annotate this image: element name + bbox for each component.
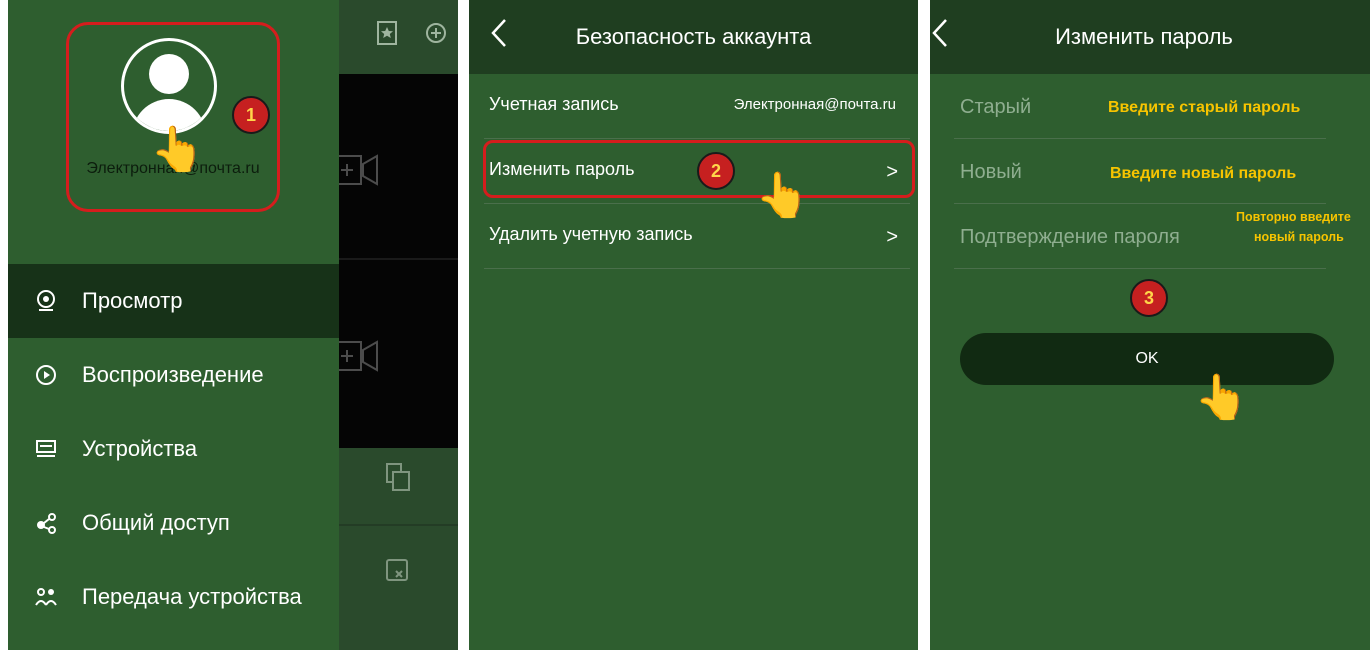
new-password-field[interactable]: Новый Введите новый пароль xyxy=(954,139,1326,204)
field-hint: новый пароль xyxy=(1254,230,1344,244)
menu-item-devices[interactable]: Устройства xyxy=(8,412,339,486)
row-label: Учетная запись xyxy=(489,94,619,114)
field-label: Новый xyxy=(960,161,1022,183)
account-security-screen: Безопасность аккаунта Учетная запись Эле… xyxy=(469,0,918,650)
step-badge-3: 3 xyxy=(1130,279,1168,317)
tap-hand-icon: 👆 xyxy=(150,125,205,174)
field-hint: Введите старый пароль xyxy=(1108,99,1301,116)
avatar[interactable] xyxy=(121,38,217,134)
share-icon xyxy=(37,513,56,534)
ok-label: OK xyxy=(1135,350,1159,367)
field-hint: Введите новый пароль xyxy=(1110,165,1297,182)
layout-switch-icon[interactable] xyxy=(385,462,411,492)
account-row: Учетная запись Электронная@почта.ru xyxy=(484,74,910,139)
step-badge-1: 1 xyxy=(232,96,270,134)
menu-label: Воспроизведение xyxy=(82,362,264,387)
header: Изменить пароль xyxy=(930,0,1370,74)
tap-hand-icon: 👆 xyxy=(755,171,810,220)
menu-label: Общий доступ xyxy=(82,510,230,535)
add-camera-icon[interactable] xyxy=(339,150,389,190)
menu-item-device-transfer[interactable]: Передача устройства xyxy=(8,560,339,634)
menu-label: Просмотр xyxy=(82,288,183,313)
drawer-screen: Электронная@почта.ru 1 👆 Просмотр Воспро… xyxy=(8,0,458,650)
add-camera-icon[interactable] xyxy=(339,336,389,376)
header: Безопасность аккаунта xyxy=(469,0,918,74)
background-live-view xyxy=(339,0,458,650)
close-window-icon[interactable] xyxy=(385,558,409,582)
device-icon xyxy=(36,440,56,457)
change-password-screen: Изменить пароль Старый Введите старый па… xyxy=(930,0,1370,650)
tap-hand-icon: 👆 xyxy=(1194,373,1249,422)
transfer-icon xyxy=(35,588,57,606)
menu-label: Передача устройства xyxy=(82,584,302,609)
camera-icon xyxy=(37,290,55,311)
field-hint: Повторно введите xyxy=(1236,210,1351,224)
menu-item-live-view[interactable]: Просмотр xyxy=(8,264,339,338)
old-password-field[interactable]: Старый Введите старый пароль xyxy=(954,74,1326,139)
delete-account-row[interactable]: Удалить учетную запись > xyxy=(484,204,910,269)
field-label: Подтверждение пароля xyxy=(960,226,1180,248)
chevron-right-icon: > xyxy=(886,226,898,248)
menu-item-sharing[interactable]: Общий доступ xyxy=(8,486,339,560)
field-label: Старый xyxy=(960,96,1032,118)
account-email: Электронная@почта.ru xyxy=(733,96,896,113)
side-drawer: Электронная@почта.ru 1 👆 Просмотр Воспро… xyxy=(8,0,339,650)
add-circle-icon[interactable] xyxy=(425,22,447,44)
favorites-icon[interactable] xyxy=(376,20,398,46)
page-title: Изменить пароль xyxy=(1055,24,1233,49)
menu-item-playback[interactable]: Воспроизведение xyxy=(8,338,339,412)
play-icon xyxy=(36,365,56,385)
row-label: Удалить учетную запись xyxy=(489,224,693,244)
ok-button[interactable]: OK xyxy=(960,333,1334,385)
menu-label: Устройства xyxy=(82,436,198,461)
page-title: Безопасность аккаунта xyxy=(575,24,812,49)
step-badge-2: 2 xyxy=(697,152,735,190)
